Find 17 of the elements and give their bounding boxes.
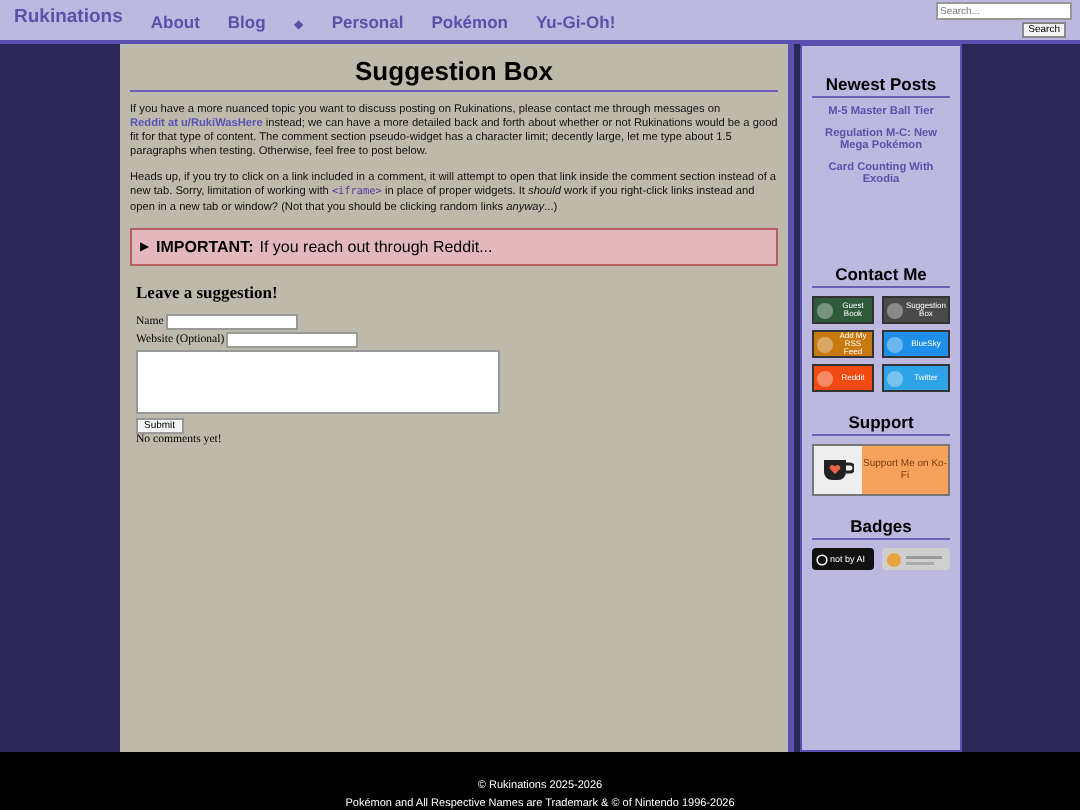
comment-field[interactable]	[136, 349, 500, 414]
nav-link[interactable]: Personal	[331, 12, 404, 32]
nav-link[interactable]: About	[150, 12, 200, 32]
site-title[interactable]: Rukinations	[14, 6, 123, 28]
page-title: Suggestion Box	[130, 56, 778, 92]
nav-link[interactable]: Blog	[227, 12, 266, 32]
nav-link[interactable]: Pokémon	[431, 12, 508, 32]
input-field[interactable]	[165, 313, 298, 330]
cup-icon	[822, 458, 854, 482]
hosting-badge[interactable]	[882, 548, 950, 570]
input-field[interactable]	[226, 331, 359, 348]
section-heading: Newest Posts	[812, 74, 950, 98]
nav-link[interactable]: Yu-Gi-Oh!	[535, 12, 616, 32]
form-heading: Leave a suggestion!	[136, 281, 280, 302]
section-heading: Support	[812, 412, 950, 436]
section-heading: Contact Me	[812, 264, 950, 288]
section-heading: Badges	[812, 516, 950, 540]
